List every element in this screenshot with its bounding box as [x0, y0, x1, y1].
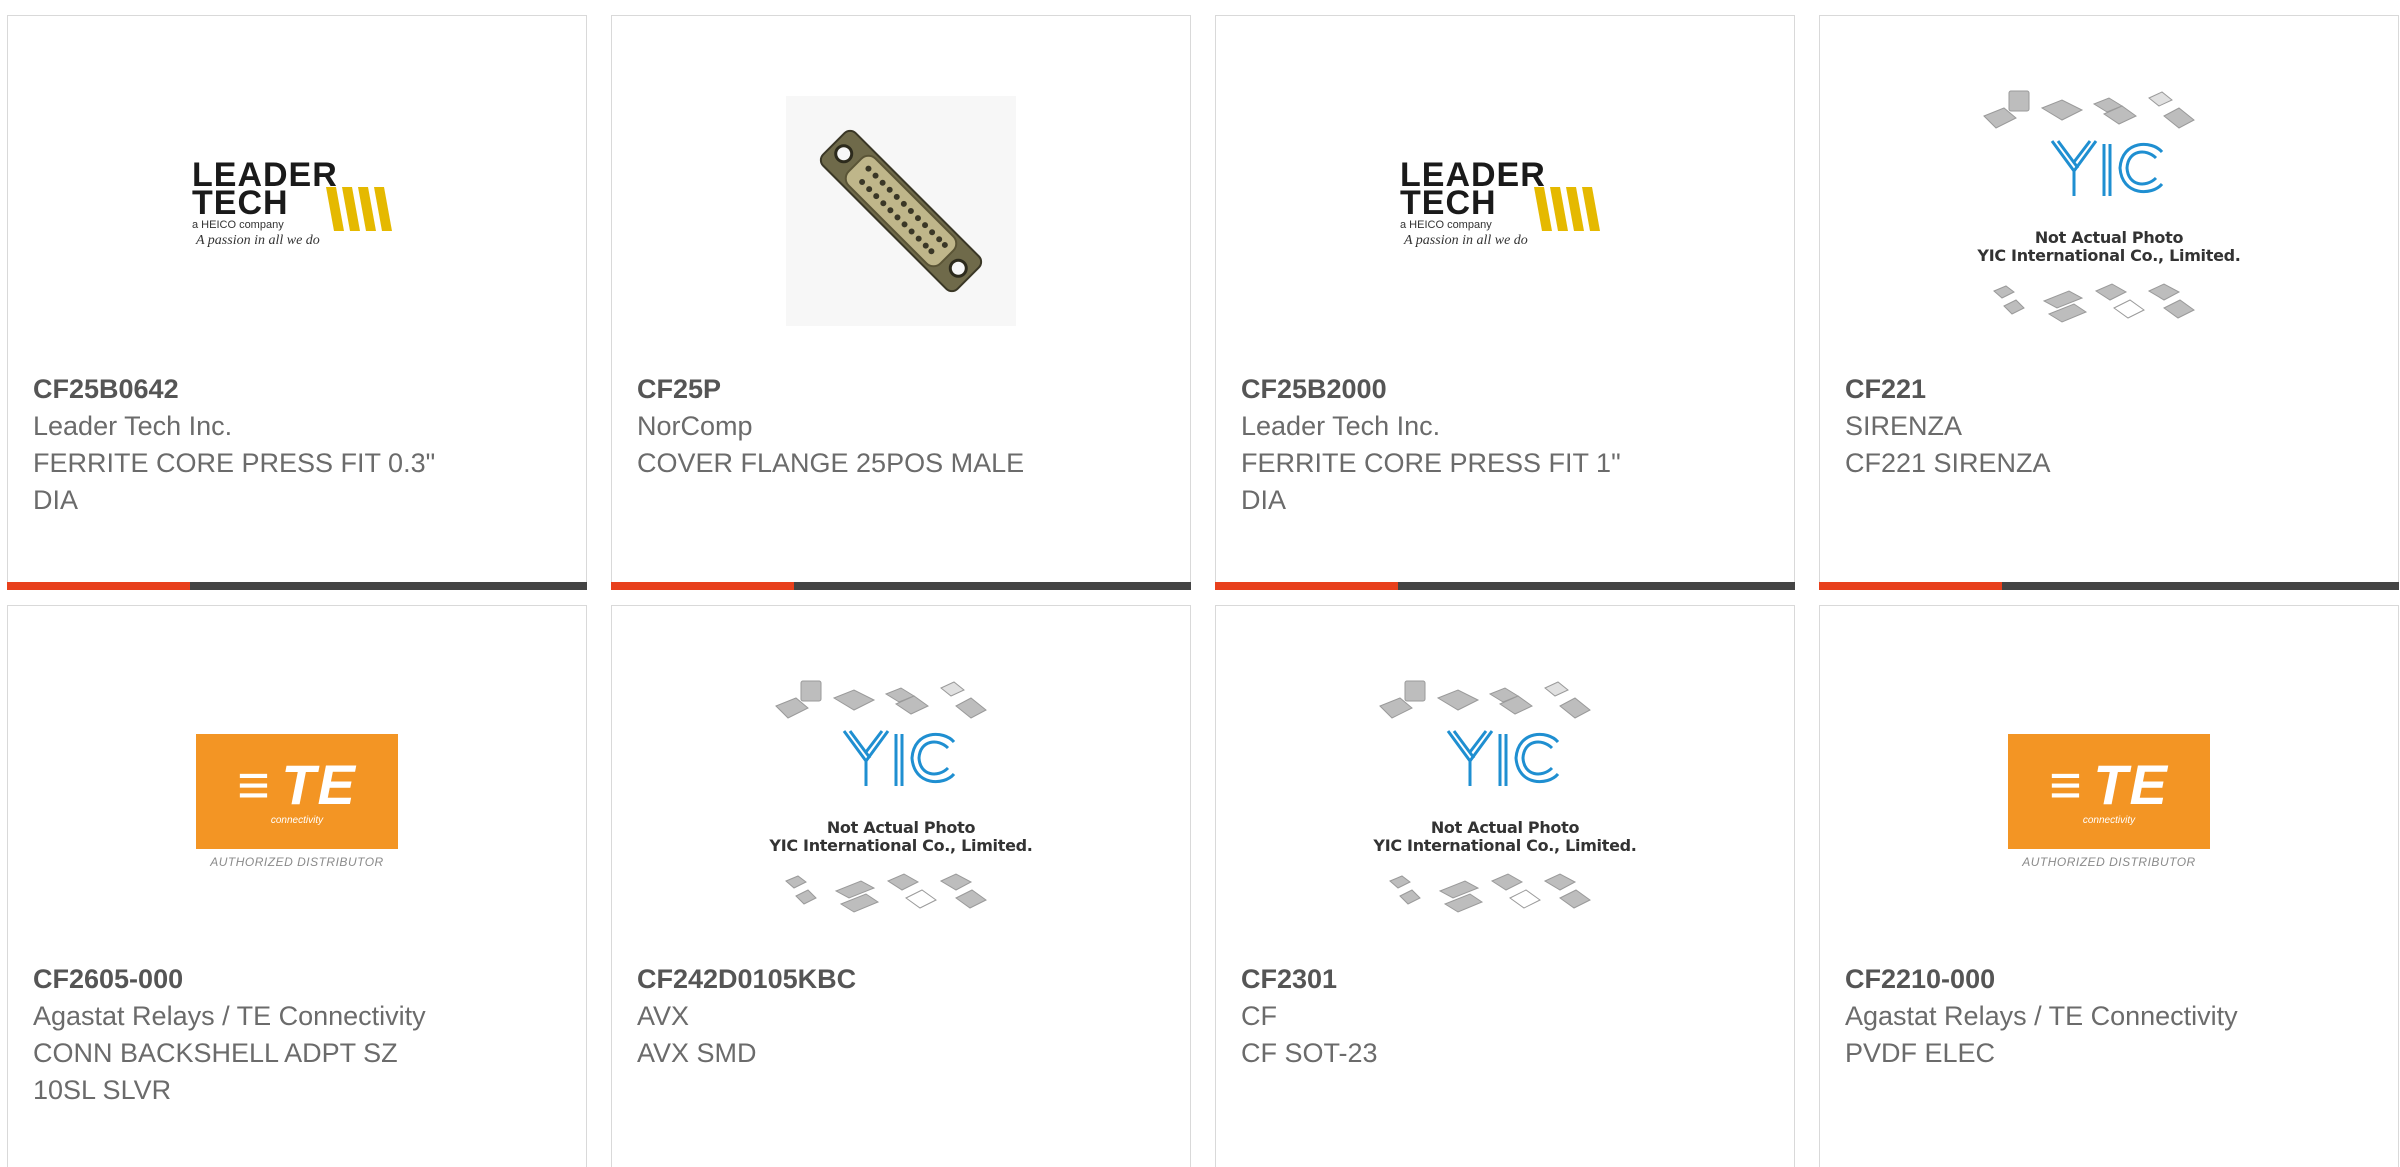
- part-number[interactable]: CF25B2000: [1241, 371, 1774, 408]
- product-card[interactable]: ≡ TE connectivity AUTHORIZED DISTRIBUTOR…: [7, 605, 587, 1167]
- card-footer-bar: [1819, 582, 2399, 590]
- product-image[interactable]: Not Actual Photo YIC International Co., L…: [1820, 71, 2398, 351]
- description: CF221 SIRENZA: [1845, 448, 2051, 478]
- part-number[interactable]: CF25P: [637, 371, 1170, 408]
- product-image[interactable]: LEADER TECH a HEICO company A passion in …: [8, 71, 586, 351]
- product-card[interactable]: Not Actual Photo YIC International Co., L…: [611, 605, 1191, 1167]
- part-number[interactable]: CF2605-000: [33, 961, 566, 998]
- product-card[interactable]: LEADER TECH a HEICO company A passion in …: [7, 15, 587, 590]
- card-footer-bar: [611, 582, 1191, 590]
- product-card[interactable]: Not Actual Photo YIC International Co., L…: [1819, 15, 2399, 590]
- part-number[interactable]: CF242D0105KBC: [637, 961, 1170, 998]
- description: FERRITE CORE PRESS FIT 0.3" DIA: [33, 448, 436, 515]
- part-number[interactable]: CF221: [1845, 371, 2378, 408]
- product-card[interactable]: ≡ TE connectivity AUTHORIZED DISTRIBUTOR…: [1819, 605, 2399, 1167]
- manufacturer: NorComp: [637, 411, 753, 441]
- product-image[interactable]: [612, 71, 1190, 351]
- product-image[interactable]: LEADER TECH a HEICO company A passion in …: [1216, 71, 1794, 351]
- description: COVER FLANGE 25POS MALE: [637, 448, 1025, 478]
- part-number[interactable]: CF2301: [1241, 961, 1774, 998]
- manufacturer: Agastat Relays / TE Connectivity: [33, 1001, 426, 1031]
- card-footer-bar: [1215, 582, 1795, 590]
- product-image[interactable]: ≡ TE connectivity AUTHORIZED DISTRIBUTOR: [8, 661, 586, 941]
- description: CF SOT-23: [1241, 1038, 1378, 1068]
- manufacturer: Leader Tech Inc.: [1241, 411, 1441, 441]
- product-image[interactable]: Not Actual Photo YIC International Co., L…: [612, 661, 1190, 941]
- part-number[interactable]: CF2210-000: [1845, 961, 2378, 998]
- te-connectivity-logo: ≡ TE connectivity AUTHORIZED DISTRIBUTOR: [196, 733, 398, 869]
- yic-not-actual-photo-placeholder: Not Actual Photo YIC International Co., L…: [1370, 676, 1640, 926]
- leader-tech-logo: LEADER TECH a HEICO company A passion in …: [192, 158, 402, 261]
- yic-not-actual-photo-placeholder: Not Actual Photo YIC International Co., L…: [766, 676, 1036, 926]
- manufacturer: Leader Tech Inc.: [33, 411, 233, 441]
- card-footer-bar: [7, 582, 587, 590]
- description: AVX SMD: [637, 1038, 757, 1068]
- description: FERRITE CORE PRESS FIT 1" DIA: [1241, 448, 1621, 515]
- leader-tech-logo: LEADER TECH a HEICO company A passion in …: [1400, 158, 1610, 261]
- manufacturer: Agastat Relays / TE Connectivity: [1845, 1001, 2238, 1031]
- product-card[interactable]: CF25P NorComp COVER FLANGE 25POS MALE: [611, 15, 1191, 590]
- te-connectivity-logo: ≡ TE connectivity AUTHORIZED DISTRIBUTOR: [2008, 733, 2210, 869]
- manufacturer: AVX: [637, 1001, 690, 1031]
- yic-not-actual-photo-placeholder: Not Actual Photo YIC International Co., L…: [1974, 86, 2244, 336]
- product-card[interactable]: Not Actual Photo YIC International Co., L…: [1215, 605, 1795, 1167]
- description: CONN BACKSHELL ADPT SZ 10SL SLVR: [33, 1038, 398, 1105]
- product-card[interactable]: LEADER TECH a HEICO company A passion in …: [1215, 15, 1795, 590]
- manufacturer: CF: [1241, 1001, 1277, 1031]
- part-number[interactable]: CF25B0642: [33, 371, 566, 408]
- product-image[interactable]: Not Actual Photo YIC International Co., L…: [1216, 661, 1794, 941]
- product-image[interactable]: ≡ TE connectivity AUTHORIZED DISTRIBUTOR: [1820, 661, 2398, 941]
- description: PVDF ELEC: [1845, 1038, 1996, 1068]
- manufacturer: SIRENZA: [1845, 411, 1963, 441]
- d-sub-connector-photo: [786, 96, 1016, 326]
